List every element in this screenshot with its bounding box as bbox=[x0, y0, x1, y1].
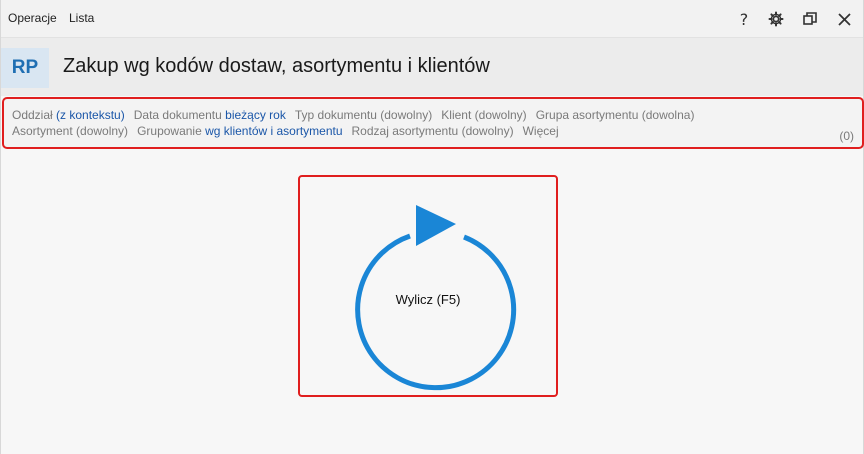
filter-value: wg klientów i asortymentu bbox=[205, 124, 343, 138]
restore-window-icon bbox=[803, 12, 817, 25]
filter-value: (z kontekstu) bbox=[56, 108, 125, 122]
main-area: Wylicz (F5) bbox=[1, 150, 863, 454]
help-button[interactable]: ? bbox=[733, 8, 755, 30]
filter-value: (dowolny) bbox=[76, 124, 129, 138]
filter-klient[interactable]: Klient (dowolny) bbox=[441, 108, 526, 122]
filter-row-1: Oddział (z kontekstu) Data dokumentu bież… bbox=[12, 108, 703, 122]
filter-label: Oddział bbox=[12, 108, 53, 122]
filter-count: (0) bbox=[839, 129, 854, 143]
filter-panel: Oddział (z kontekstu) Data dokumentu bież… bbox=[2, 97, 864, 149]
filter-label: Grupa asortymentu bbox=[535, 108, 639, 122]
close-icon bbox=[837, 12, 851, 26]
filter-typ-dokumentu[interactable]: Typ dokumentu (dowolny) bbox=[295, 108, 432, 122]
filter-value: (dowolny) bbox=[461, 124, 514, 138]
compute-button[interactable]: Wylicz (F5) bbox=[298, 175, 558, 397]
filter-oddzial[interactable]: Oddział (z kontekstu) bbox=[12, 108, 125, 122]
filter-value: (dowolny) bbox=[380, 108, 433, 122]
filter-asortyment[interactable]: Asortyment (dowolny) bbox=[12, 124, 128, 138]
settings-button[interactable] bbox=[765, 8, 787, 30]
report-badge: RP bbox=[1, 48, 49, 88]
gear-icon bbox=[768, 11, 784, 27]
menu-lista[interactable]: Lista bbox=[69, 11, 94, 25]
page-title: Zakup wg kodów dostaw, asortymentu i kli… bbox=[63, 55, 490, 77]
filter-data-dokumentu[interactable]: Data dokumentu bieżący rok bbox=[134, 108, 286, 122]
title-row: RP Zakup wg kodów dostaw, asortymentu i … bbox=[1, 38, 863, 96]
filter-label: Data dokumentu bbox=[133, 108, 222, 122]
filter-value: bieżący rok bbox=[225, 108, 286, 122]
filter-label: Klient bbox=[441, 108, 472, 122]
filter-value: (dowolny) bbox=[474, 108, 527, 122]
filter-row-2: Asortyment (dowolny) Grupowanie wg klient… bbox=[12, 124, 568, 138]
compute-label: Wylicz (F5) bbox=[395, 292, 461, 307]
menu-operacje[interactable]: Operacje bbox=[8, 11, 57, 25]
filter-grupa-asortymentu[interactable]: Grupa asortymentu (dowolna) bbox=[536, 108, 695, 122]
filter-value: (dowolna) bbox=[641, 108, 695, 122]
app-window: Operacje Lista ? RP Zakup wg kodów dosta… bbox=[0, 0, 864, 454]
menu-bar: Operacje Lista ? bbox=[1, 0, 863, 38]
filter-grupowanie[interactable]: Grupowanie wg klientów i asortymentu bbox=[137, 124, 342, 138]
question-icon: ? bbox=[739, 9, 749, 29]
filter-rodzaj-asortymentu[interactable]: Rodzaj asortymentu (dowolny) bbox=[352, 124, 514, 138]
filter-label: Więcej bbox=[522, 124, 559, 138]
filter-label: Rodzaj asortymentu bbox=[351, 124, 459, 138]
filter-label: Asortyment bbox=[12, 124, 73, 138]
filter-wiecej[interactable]: Więcej bbox=[523, 124, 559, 138]
restore-button[interactable] bbox=[799, 8, 821, 30]
refresh-play-icon bbox=[355, 205, 517, 391]
close-button[interactable] bbox=[833, 8, 855, 30]
filter-label: Typ dokumentu bbox=[294, 108, 377, 122]
filter-label: Grupowanie bbox=[137, 124, 202, 138]
